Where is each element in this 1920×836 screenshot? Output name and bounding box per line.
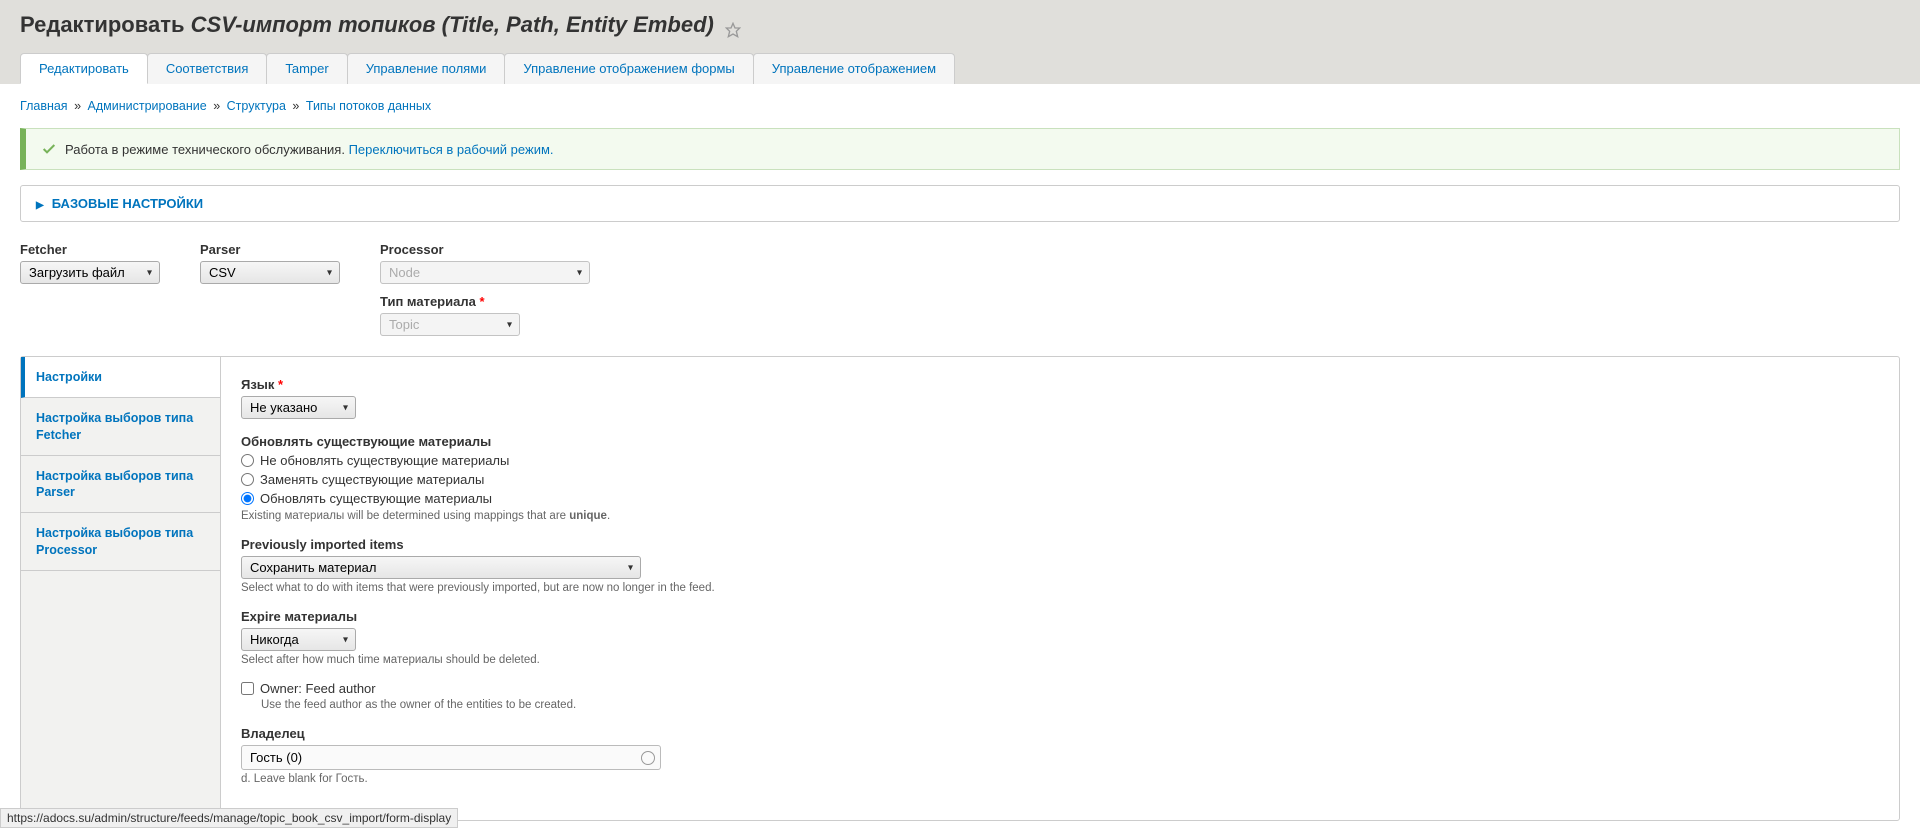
owner-label: Владелец bbox=[241, 726, 1879, 741]
owner-feed-author-item: Owner: Feed author Use the feed author a… bbox=[241, 681, 1879, 711]
required-icon: * bbox=[479, 294, 484, 309]
vertical-tabs: Настройки Настройка выборов типа Fetcher… bbox=[20, 356, 1900, 821]
radio-do-not-update[interactable] bbox=[241, 454, 254, 467]
vtab-processor-settings[interactable]: Настройка выборов типа Processor bbox=[21, 513, 220, 571]
expire-description: Select after how much time материалы sho… bbox=[241, 654, 1879, 666]
fetcher-group: Fetcher Загрузить файл bbox=[20, 242, 160, 336]
basic-settings-summary[interactable]: БАЗОВЫЕ НАСТРОЙКИ bbox=[36, 196, 1884, 211]
owner-description: d. Leave blank for Гость. bbox=[241, 773, 1879, 785]
tab-manage-fields[interactable]: Управление полями bbox=[347, 53, 506, 84]
language-label: Язык * bbox=[241, 377, 1879, 392]
owner-feed-author-label: Owner: Feed author bbox=[260, 681, 376, 696]
expire-select[interactable]: Никогда bbox=[241, 628, 356, 651]
previously-imported-label: Previously imported items bbox=[241, 537, 1879, 552]
expire-item: Expire материалы Никогда Select after ho… bbox=[241, 609, 1879, 666]
content-type-label: Тип материала * bbox=[380, 294, 590, 309]
tab-tamper[interactable]: Tamper bbox=[266, 53, 347, 84]
title-italic: CSV-импорт топиков (Title, Path, Entity … bbox=[191, 12, 714, 37]
radio-update[interactable] bbox=[241, 492, 254, 505]
previously-imported-item: Previously imported items Сохранить мате… bbox=[241, 537, 1879, 594]
language-select[interactable]: Не указано bbox=[241, 396, 356, 419]
tab-edit[interactable]: Редактировать bbox=[20, 53, 148, 84]
processor-group: Processor Node Тип материала * Topic bbox=[380, 242, 590, 336]
star-icon[interactable] bbox=[725, 18, 741, 34]
previously-imported-description: Select what to do with items that were p… bbox=[241, 582, 1879, 594]
status-bar-url: https://adocs.su/admin/structure/feeds/m… bbox=[0, 808, 458, 828]
update-existing-label: Обновлять существующие материалы bbox=[241, 434, 1879, 449]
radio-replace[interactable] bbox=[241, 473, 254, 486]
breadcrumb-sep: » bbox=[74, 99, 81, 113]
owner-feed-author-checkbox[interactable] bbox=[241, 682, 254, 695]
processor-select: Node bbox=[380, 261, 590, 284]
content-type-select: Topic bbox=[380, 313, 520, 336]
vtab-settings[interactable]: Настройки bbox=[21, 357, 220, 398]
radio-do-not-update-label: Не обновлять существующие материалы bbox=[260, 453, 509, 468]
breadcrumb-sep: » bbox=[292, 99, 299, 113]
primary-tabs: Редактировать Соответствия Tamper Управл… bbox=[20, 53, 1900, 84]
required-icon: * bbox=[278, 377, 283, 392]
tab-mappings[interactable]: Соответствия bbox=[147, 53, 268, 84]
tab-manage-form-display[interactable]: Управление отображением формы bbox=[504, 53, 753, 84]
status-text: Работа в режиме технического обслуживани… bbox=[65, 142, 345, 157]
breadcrumb: Главная » Администрирование » Структура … bbox=[20, 99, 1900, 113]
expire-label: Expire материалы bbox=[241, 609, 1879, 624]
basic-settings-details[interactable]: БАЗОВЫЕ НАСТРОЙКИ bbox=[20, 185, 1900, 222]
update-existing-item: Обновлять существующие материалы Не обно… bbox=[241, 434, 1879, 522]
breadcrumb-structure[interactable]: Структура bbox=[227, 99, 286, 113]
update-existing-description: Existing материалы will be determined us… bbox=[241, 510, 1879, 522]
check-icon bbox=[41, 141, 57, 157]
title-prefix: Редактировать bbox=[20, 12, 185, 37]
owner-item: Владелец d. Leave blank for Гость. bbox=[241, 726, 1879, 785]
breadcrumb-home[interactable]: Главная bbox=[20, 99, 68, 113]
breadcrumb-sep: » bbox=[213, 99, 220, 113]
status-message: Работа в режиме технического обслуживани… bbox=[20, 128, 1900, 170]
radio-replace-label: Заменять существующие материалы bbox=[260, 472, 484, 487]
status-link[interactable]: Переключиться в рабочий режим. bbox=[349, 142, 554, 157]
parser-group: Parser CSV bbox=[200, 242, 340, 336]
vtab-fetcher-settings[interactable]: Настройка выборов типа Fetcher bbox=[21, 398, 220, 456]
vtab-parser-settings[interactable]: Настройка выборов типа Parser bbox=[21, 456, 220, 514]
breadcrumb-feed-types[interactable]: Типы потоков данных bbox=[306, 99, 431, 113]
language-item: Язык * Не указано bbox=[241, 377, 1879, 419]
owner-feed-author-description: Use the feed author as the owner of the … bbox=[261, 699, 1879, 711]
owner-input[interactable] bbox=[241, 745, 661, 770]
breadcrumb-admin[interactable]: Администрирование bbox=[88, 99, 207, 113]
fetcher-label: Fetcher bbox=[20, 242, 160, 257]
page-title: Редактировать CSV-импорт топиков (Title,… bbox=[20, 12, 1900, 38]
radio-update-label: Обновлять существующие материалы bbox=[260, 491, 492, 506]
parser-select[interactable]: CSV bbox=[200, 261, 340, 284]
processor-label: Processor bbox=[380, 242, 590, 257]
parser-label: Parser bbox=[200, 242, 340, 257]
fetcher-select[interactable]: Загрузить файл bbox=[20, 261, 160, 284]
tab-manage-display[interactable]: Управление отображением bbox=[753, 53, 955, 84]
previously-imported-select[interactable]: Сохранить материал bbox=[241, 556, 641, 579]
autocomplete-icon bbox=[641, 751, 655, 765]
